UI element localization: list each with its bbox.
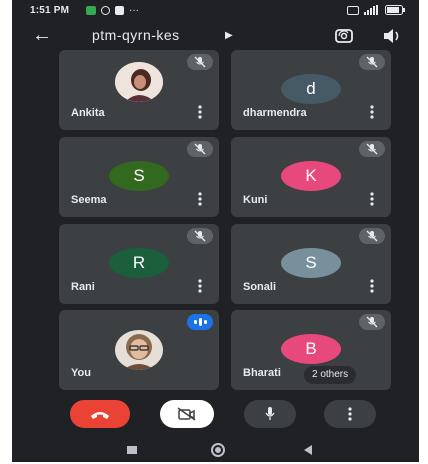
participant-tile-self[interactable]: You (59, 310, 219, 390)
participant-initial: B (305, 339, 317, 358)
participant-photo (115, 62, 163, 102)
participant-tile[interactable]: K Kuni (231, 137, 391, 217)
participant-name: Rani (71, 281, 95, 293)
recents-square-icon[interactable] (126, 445, 138, 455)
participant-name: Seema (71, 194, 107, 206)
participant-name: Kuni (243, 194, 268, 206)
mic-muted-icon (359, 141, 385, 157)
camera-off-icon (177, 407, 196, 421)
mic-muted-icon (359, 314, 385, 330)
participant-tile[interactable]: Ankita (59, 50, 219, 130)
mic-muted-icon (359, 228, 385, 244)
self-camera-preview (115, 330, 163, 370)
more-options-icon[interactable] (198, 191, 202, 207)
participant-avatar: S (109, 161, 169, 191)
participant-initial: K (305, 166, 317, 185)
participant-name: dharmendra (243, 107, 307, 119)
more-options-icon[interactable] (370, 278, 374, 294)
mic-muted-icon (359, 54, 385, 70)
participant-tile[interactable]: R Rani (59, 224, 219, 304)
participant-name: You (71, 367, 91, 379)
camera-toggle-button[interactable] (160, 400, 214, 428)
home-circle-icon[interactable] (210, 442, 226, 458)
participant-avatar: S (281, 248, 341, 278)
hang-up-icon (91, 412, 109, 419)
participant-tile[interactable]: S Sonali (231, 224, 391, 304)
call-controls (12, 400, 419, 432)
system-nav-bar (12, 436, 419, 462)
meet-screen: 1:51 PM ··· ← ptm-qyrn-kes ▶ Ankita d dh… (12, 0, 419, 462)
mic-muted-icon (187, 228, 213, 244)
microphone-button[interactable] (244, 400, 296, 428)
microphone-icon (265, 407, 275, 420)
participant-tile[interactable]: d dharmendra (231, 50, 391, 130)
more-options-icon[interactable] (370, 191, 374, 207)
more-options-icon[interactable] (198, 278, 202, 294)
back-triangle-icon[interactable] (302, 444, 314, 456)
more-options-icon[interactable] (198, 104, 202, 120)
participant-grid: Ankita d dharmendra S Seema K Kuni R Ran… (12, 0, 419, 462)
participant-name: Ankita (71, 107, 105, 119)
end-call-button[interactable] (70, 400, 130, 428)
participant-avatar: B (281, 334, 341, 364)
participant-tile[interactable]: B Bharati 2 others (231, 310, 391, 390)
participant-tile[interactable]: S Seema (59, 137, 219, 217)
more-options-button[interactable] (324, 400, 376, 428)
more-options-icon[interactable] (370, 104, 374, 120)
mic-muted-icon (187, 54, 213, 70)
participant-initial: d (306, 79, 316, 98)
participant-avatar: d (281, 74, 341, 104)
participant-initial: S (133, 166, 145, 185)
mic-muted-icon (187, 141, 213, 157)
more-vertical-icon (348, 407, 352, 421)
participant-initial: R (132, 253, 146, 272)
others-count-badge[interactable]: 2 others (304, 366, 357, 384)
participant-name: Sonali (243, 281, 277, 293)
participant-avatar: R (109, 248, 169, 278)
participant-name: Bharati (243, 367, 281, 379)
speaking-indicator-icon (187, 314, 213, 330)
participant-avatar: K (281, 161, 341, 191)
participant-initial: S (305, 253, 317, 272)
